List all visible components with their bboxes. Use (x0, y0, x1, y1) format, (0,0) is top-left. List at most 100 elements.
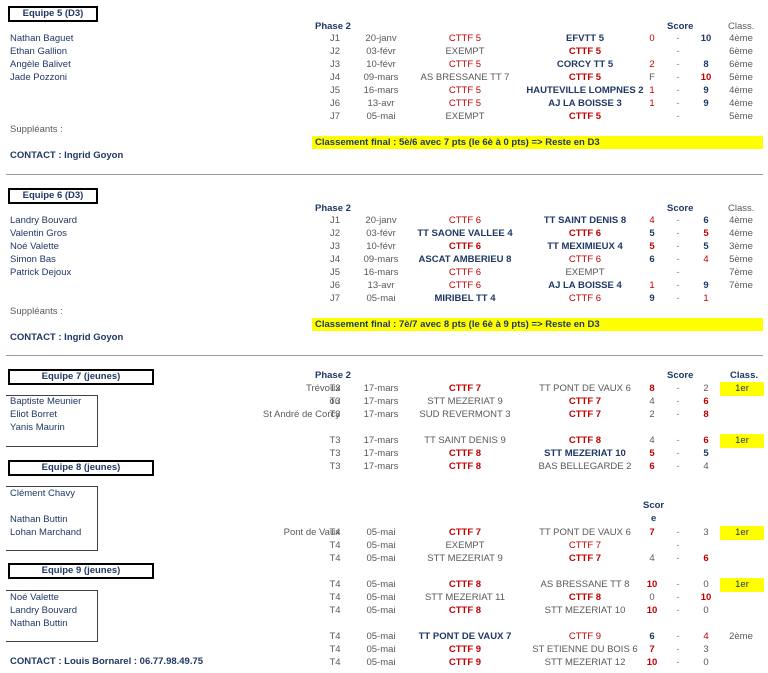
match-row: T4 05-mai CTTF 8 STT MEZERIAT 10 10-0 (0, 605, 768, 617)
player-name: Nathan Buttin (10, 514, 68, 525)
score-header: Score (667, 21, 694, 32)
away-score: 9 (703, 280, 709, 291)
match-row: J7 05-mai EXEMPT CTTF 5-5ème (0, 111, 768, 123)
team-header-equipe-5: Equipe 5 (D3) (8, 6, 98, 22)
match-row: St André de Corcy T3 17-mars SUD REVERMONT … (0, 409, 768, 421)
round-label: T4 (329, 540, 341, 551)
home-score: 2 (649, 59, 655, 70)
ranking-cell: 1er (720, 434, 764, 448)
ranking-cell: 4ème (729, 33, 753, 44)
away-team: TT SAINT DENIS 8 (543, 215, 627, 226)
substitutes-label: Suppléants : (10, 306, 63, 317)
home-score: 10 (646, 579, 658, 590)
class-header: Class. (728, 203, 755, 214)
round-label: T4 (329, 631, 341, 642)
score-separator: - (676, 33, 680, 44)
away-score: 0 (703, 579, 709, 590)
ranking-cell: 6ème (729, 46, 753, 57)
round-label: J4 (329, 72, 341, 83)
score-separator: - (676, 527, 680, 538)
round-label: T3 (329, 448, 341, 459)
home-score: 1 (649, 85, 655, 96)
phase-label: Phase 2 (315, 370, 351, 381)
round-label: J1 (329, 33, 341, 44)
score-separator: - (676, 98, 680, 109)
home-score: 0 (649, 33, 655, 44)
away-team: CTTF 7 (568, 553, 602, 564)
away-team: CTTF 5 (568, 111, 602, 122)
round-label: J6 (329, 98, 341, 109)
match-row: J6 13-avr CTTF 6 AJ LA BOISSE 4 1-9 7ème (0, 280, 768, 292)
away-team: STT MEZERIAT 10 (544, 448, 626, 459)
away-team: CTTF 8 (568, 435, 602, 446)
match-row: Trévoux T3 17-mars CTTF 7 TT PONT DE VAUX 68… (0, 382, 768, 396)
ranking-cell: 2ème (729, 631, 753, 642)
phase-label: Phase 2 (315, 203, 351, 214)
ranking-cell: 5ème (729, 254, 753, 265)
round-label: J2 (329, 46, 341, 57)
home-score: 4 (649, 215, 655, 226)
score-header-part1: Scor (643, 500, 665, 511)
ranking-cell: 1er (720, 578, 764, 592)
match-row: T4 05-mai EXEMPT CTTF 7- (0, 540, 768, 552)
round-label: T3 (329, 383, 341, 394)
home-score: 7 (649, 644, 655, 655)
score-header: Score (667, 370, 694, 381)
final-ranking-bar: Classement final : 7è/7 avec 8 pts (le 6… (312, 318, 763, 331)
home-score: 6 (649, 254, 655, 265)
score-separator: - (676, 631, 680, 642)
match-row: J3 10-févr CTTF 6 TT MEXIMIEUX 4 5-5 3ème (0, 241, 768, 253)
round-label: J7 (329, 293, 341, 304)
away-score: 4 (703, 461, 709, 472)
match-row: J2 03-févr EXEMPT CTTF 5-6ème (0, 46, 768, 58)
round-label: J5 (329, 85, 341, 96)
away-team: CTTF 7 (568, 409, 602, 420)
score-separator: - (676, 553, 680, 564)
class-header: Class. (730, 370, 758, 381)
round-label: T3 (329, 396, 341, 407)
score-separator: - (676, 461, 680, 472)
match-row: J1 20-janv CTTF 5 EFVTT 5 0-10 4ème (0, 33, 768, 45)
away-score: 8 (703, 59, 709, 70)
away-team: CTTF 8 (568, 592, 602, 603)
home-score: 0 (649, 592, 655, 603)
player-name: Yanis Maurin (10, 422, 65, 433)
match-row: J1 20-janv CTTF 6 TT SAINT DENIS 8 4-6 4ème (0, 215, 768, 227)
score-separator: - (676, 293, 680, 304)
away-team: CTTF 6 (568, 293, 602, 304)
score-separator: - (676, 215, 680, 226)
round-label: T4 (329, 657, 341, 668)
round-label: J5 (329, 267, 341, 278)
away-team: ST ETIENNE DU BOIS 6 (532, 644, 638, 655)
round-label: T4 (329, 553, 341, 564)
round-label: J7 (329, 111, 341, 122)
match-row: J5 16-mars CTTF 5 HAUTEVILLE LOMPNES 2 1-9 4è… (0, 85, 768, 97)
away-team: AJ LA BOISSE 4 (548, 280, 622, 291)
away-team: CTTF 5 (568, 46, 602, 57)
home-score: 5 (649, 228, 655, 239)
away-team: CTTF 6 (568, 228, 602, 239)
away-team: TT PONT DE VAUX 6 (539, 383, 631, 394)
phase-label: Phase 2 (315, 21, 351, 32)
match-row: J4 09-mars AS BRESSANE TT 7 CTTF 5 F -10 5ème (0, 72, 768, 84)
match-row: T4 05-mai STT MEZERIAT 11 CTTF 8 0-10 (0, 592, 768, 604)
away-score: 4 (703, 254, 709, 265)
score-separator: - (676, 72, 680, 83)
away-team: CTTF 6 (568, 254, 602, 265)
home-score: 5 (649, 241, 655, 252)
home-score: 5 (649, 448, 655, 459)
round-label: T4 (329, 644, 341, 655)
home-score: 1 (649, 280, 655, 291)
match-row: J7 05-mai MIRIBEL TT 4 CTTF 69-1 (0, 293, 768, 305)
away-score: 9 (703, 85, 709, 96)
home-score: 6 (649, 631, 655, 642)
match-row: T4 05-mai STT MEZERIAT 9 CTTF 74-6 (0, 553, 768, 565)
contact-label: CONTACT : Ingrid Goyon (10, 150, 124, 161)
away-team: CTTF 5 (568, 72, 602, 83)
away-score: 6 (703, 215, 709, 226)
away-score: 6 (703, 553, 709, 564)
away-score: 10 (700, 72, 712, 83)
away-team: EFVTT 5 (565, 33, 604, 44)
away-team: EXEMPT (565, 267, 605, 278)
home-score: 2 (649, 409, 655, 420)
